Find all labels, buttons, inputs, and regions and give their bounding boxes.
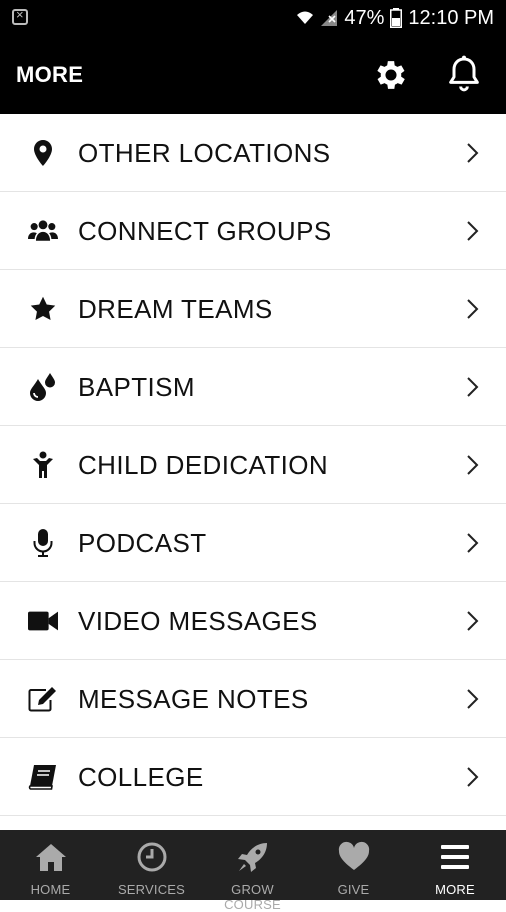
menu-item-label: VIDEO MESSAGES (78, 606, 318, 636)
map-pin-icon (28, 138, 58, 168)
more-menu-list: OTHER LOCATIONS CONNECT GROUPS DREAM TEA… (0, 114, 506, 816)
status-bar: 47% 12:10 PM (0, 0, 506, 36)
gear-icon[interactable] (372, 56, 410, 94)
menu-item-label: DREAM TEAMS (78, 294, 273, 324)
tab-label: HOME (30, 882, 71, 897)
tab-more[interactable]: MORE (404, 830, 506, 900)
tab-home[interactable]: HOME (0, 830, 101, 900)
rocket-icon (237, 843, 267, 872)
menu-item-connect-groups[interactable]: CONNECT GROUPS (0, 192, 506, 270)
chevron-right-icon (467, 221, 479, 241)
menu-item-other-locations[interactable]: OTHER LOCATIONS (0, 114, 506, 192)
home-icon (35, 844, 66, 871)
book-icon (28, 762, 58, 792)
app-bar: MORE (0, 36, 506, 114)
chevron-right-icon (467, 455, 479, 475)
group-icon (28, 216, 58, 246)
menu-item-label: CONNECT GROUPS (78, 216, 332, 246)
menu-item-label: PODCAST (78, 528, 207, 558)
menu-item-college[interactable]: COLLEGE (0, 738, 506, 816)
chevron-right-icon (467, 377, 479, 397)
chevron-right-icon (467, 299, 479, 319)
page-title: MORE (16, 62, 84, 87)
menu-item-label: MESSAGE NOTES (78, 684, 309, 714)
menu-item-child-dedication[interactable]: CHILD DEDICATION (0, 426, 506, 504)
status-indicators: 47% 12:10 PM (296, 0, 494, 36)
tab-label: MORE (435, 882, 475, 897)
video-camera-icon (28, 606, 58, 636)
tab-label: SERVICES (117, 882, 186, 897)
tab-label: GROW COURSE (224, 882, 281, 912)
tab-give[interactable]: GIVE (303, 830, 404, 900)
edit-note-icon (28, 684, 58, 714)
menu-item-message-notes[interactable]: MESSAGE NOTES (0, 660, 506, 738)
bell-icon[interactable] (444, 54, 484, 94)
child-icon (28, 450, 58, 480)
status-time: 12:10 PM (408, 6, 494, 29)
menu-item-label: BAPTISM (78, 372, 195, 402)
chevron-right-icon (467, 611, 479, 631)
clock-icon (137, 842, 166, 872)
wifi-icon (297, 11, 314, 24)
battery-icon (390, 8, 403, 28)
bottom-tab-bar: HOME SERVICES GROW COURSE GIVE MORE (0, 830, 506, 912)
menu-item-label: COLLEGE (78, 762, 204, 792)
chevron-right-icon (467, 767, 479, 787)
chevron-right-icon (467, 689, 479, 709)
star-icon (28, 294, 58, 324)
chevron-right-icon (467, 533, 479, 553)
microphone-icon (28, 528, 58, 558)
menu-item-label: CHILD DEDICATION (78, 450, 329, 480)
tab-services[interactable]: SERVICES (101, 830, 202, 900)
battery-percent: 47% (344, 6, 385, 29)
menu-icon (441, 845, 469, 869)
heart-icon (338, 841, 369, 870)
tab-grow-course[interactable]: GROW COURSE (202, 830, 303, 912)
water-drops-icon (28, 372, 58, 402)
menu-item-dream-teams[interactable]: DREAM TEAMS (0, 270, 506, 348)
chevron-right-icon (467, 143, 479, 163)
menu-item-label: OTHER LOCATIONS (78, 138, 331, 168)
menu-item-video-messages[interactable]: VIDEO MESSAGES (0, 582, 506, 660)
tab-label: GIVE (337, 882, 370, 897)
notification-icon (12, 7, 28, 25)
menu-item-podcast[interactable]: PODCAST (0, 504, 506, 582)
menu-item-baptism[interactable]: BAPTISM (0, 348, 506, 426)
signal-icon (321, 10, 338, 26)
